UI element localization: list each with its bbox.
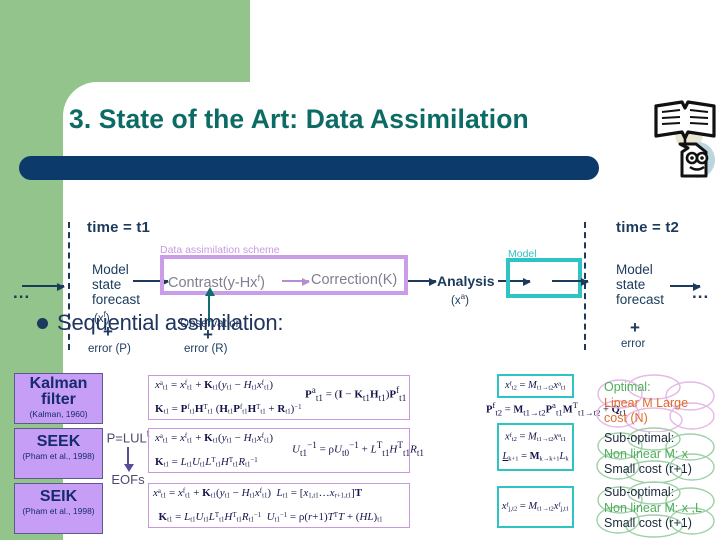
forecast-right-line1: Model bbox=[616, 262, 653, 277]
cloud-line-2: Non linear M: x bbox=[604, 446, 689, 461]
arrow-to-analysis bbox=[408, 277, 437, 286]
equation-box-kalman-forecast: xft2 = Mt1→t2xat1 bbox=[497, 374, 574, 398]
arrow-into-t1 bbox=[22, 282, 65, 291]
equation-box-seek-forecast: xft2 = Mt1→t2xat1 Lk+1 = Mk→k+1Lk bbox=[497, 423, 574, 471]
arrow-contrast-to-correction bbox=[282, 277, 310, 286]
cloud-line-1: Sub-optimal: bbox=[604, 431, 675, 445]
method-ref: (Pham et al., 1998) bbox=[22, 451, 95, 461]
equation-kalman-covariance: Pat1 = (I − Kt1Ht1)Pft1 bbox=[305, 385, 407, 403]
method-name: SEEK bbox=[36, 433, 81, 450]
contrast-node: Contrast(y-Hxf) bbox=[168, 272, 265, 291]
arrow-out-of-t2 bbox=[670, 282, 701, 291]
method-box-seik[interactable]: SEIK (Pham et al., 1998) bbox=[14, 483, 103, 534]
model-box bbox=[506, 258, 582, 298]
cloud-callout-seek: Sub-optimal: Non linear M: x Small cost … bbox=[592, 427, 720, 484]
method-ref: (Kalman, 1960) bbox=[29, 409, 88, 419]
bullet-dot-icon bbox=[37, 317, 48, 329]
forecast-left-line1: Model bbox=[92, 262, 129, 277]
method-box-seek[interactable]: SEEK (Pham et al., 1998) bbox=[14, 428, 103, 479]
title-underline-bar bbox=[19, 156, 599, 180]
method-name: Kalman filter bbox=[29, 375, 88, 408]
method-name: SEIK bbox=[39, 488, 78, 505]
cloud-callout-seik: Sub-optimal: Non linear M: x ,L Small co… bbox=[592, 480, 720, 538]
cloud-line-2: Linear M Large bbox=[604, 395, 689, 410]
equation-box-seik-forecast: xfj,t2 = Mt1→t2xfj,t1 bbox=[497, 486, 574, 528]
method-ref: (Pham et al., 1998) bbox=[22, 506, 95, 516]
forecast-right-error: error bbox=[621, 338, 646, 350]
time-label-t2: time = t2 bbox=[616, 219, 680, 236]
correction-node: Correction(K) bbox=[311, 272, 398, 288]
arrow-model-to-t2 bbox=[552, 277, 589, 286]
cloud-line-3: Small cost (r+1) bbox=[604, 516, 692, 530]
forecast-left-line3: forecast bbox=[92, 292, 141, 307]
analysis-value: (xa) bbox=[451, 292, 469, 307]
down-arrow-icon bbox=[124, 447, 134, 473]
cloud-line-2: Non linear M: x ,L bbox=[604, 500, 702, 515]
cloud-line-1: Sub-optimal: bbox=[604, 485, 675, 499]
time-label-t1: time = t1 bbox=[87, 219, 151, 236]
cloud-line-1: Optimal: bbox=[604, 380, 651, 394]
slide-canvas: 3. State of the Art: Data Assimilation t… bbox=[0, 0, 720, 540]
cloud-line-3: cost (N) bbox=[604, 411, 648, 425]
forecast-left-line2: state bbox=[92, 277, 122, 292]
time-divider-t2 bbox=[584, 222, 586, 350]
bullet-label: Sequential assimilation: bbox=[57, 310, 284, 335]
observation-error: error (R) bbox=[184, 343, 228, 355]
cloud-line-3: Small cost (r+1) bbox=[604, 462, 692, 476]
equation-seek-u: Ut1−1 = ρUt0−1 + LTt1HTt1Rt1 bbox=[292, 440, 424, 458]
forecast-right-plus: + bbox=[630, 318, 640, 337]
open-book-bookmark-icon bbox=[652, 92, 718, 184]
bullet-sequential-assimilation: Sequential assimilation: bbox=[37, 310, 457, 336]
method-box-kalman[interactable]: Kalman filter (Kalman, 1960) bbox=[14, 373, 103, 424]
forecast-right-line2: state bbox=[616, 277, 646, 292]
white-top-area bbox=[250, 0, 720, 90]
forecast-left-error: error (P) bbox=[88, 343, 131, 355]
page-title: 3. State of the Art: Data Assimilation bbox=[69, 104, 529, 134]
equation-box-seik-analysis: xat1 = xft1 + Kt1(yt1 − Ht1xft1) Lt1 = [… bbox=[148, 483, 410, 528]
forecast-right-line3: forecast bbox=[616, 292, 665, 307]
analysis-label: Analysis bbox=[437, 273, 495, 289]
cloud-callout-kalman: Optimal: Linear M Large cost (N) bbox=[592, 374, 720, 433]
